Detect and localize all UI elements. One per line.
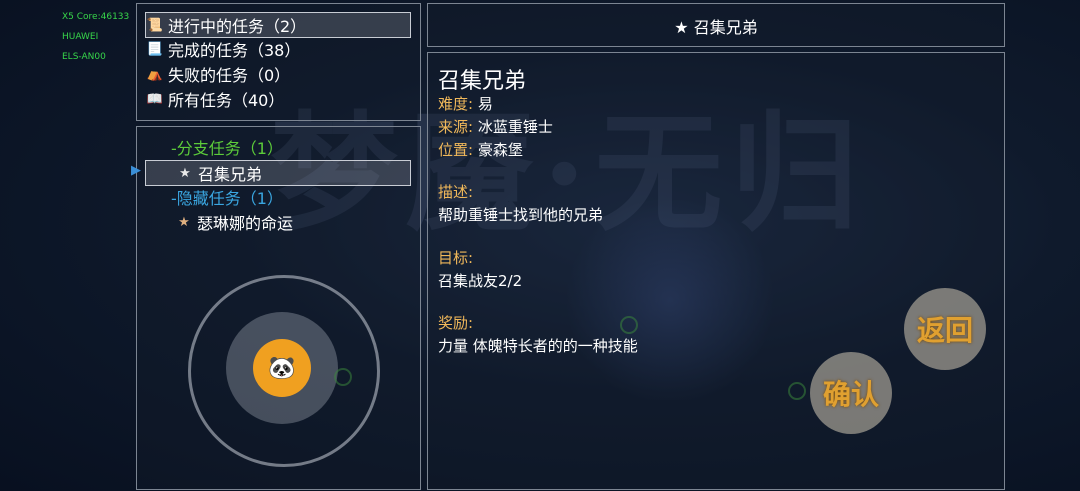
quest-item-label: 瑟琳娜的命运 [197,214,294,233]
star-icon: ★ [674,18,689,37]
star-icon: ★ [178,214,190,230]
tent-icon: ⛺ [146,66,164,82]
swirl-decoration-icon [334,368,352,386]
debug-model: ELS-AN00 [62,52,106,62]
source-value: 冰蓝重锤士 [477,118,553,136]
filter-label: 完成的任务（38） [168,41,301,60]
selection-cursor-icon: ▶ [131,163,141,178]
quest-title-header: ★ 召集兄弟 [428,14,1004,38]
reward-label: 奖励: [438,314,474,332]
location-label: 位置: [438,141,474,159]
debug-vendor: HUAWEI [62,32,99,42]
rolled-scroll-icon: 📃 [146,41,164,57]
difficulty-value: 易 [477,95,493,113]
swirl-decoration-icon [788,382,806,400]
hidden-quest-header[interactable]: -隐藏任务（1） [171,185,283,209]
location-row: 位置: 豪森堡 [438,139,523,160]
confirm-button[interactable]: 确认 [810,352,892,434]
difficulty-label: 难度: [438,95,474,113]
scroll-icon: 📜 [146,17,164,33]
quest-detail-panel: 召集兄弟 难度: 易 来源: 冰蓝重锤士 位置: 豪森堡 描述: 帮助重锤士找到… [427,52,1005,490]
debug-core: X5 Core:46133 [62,12,130,22]
branch-quest-header[interactable]: -分支任务（1） [171,135,283,159]
goal-label: 目标: [438,249,474,267]
filter-completed[interactable]: 📃 完成的任务（38） [146,37,300,61]
quest-detail-title: 召集兄弟 [438,69,527,94]
quest-item-selina-fate[interactable]: ★ 瑟琳娜的命运 [145,210,293,234]
filter-label: 进行中的任务（2） [168,17,307,36]
location-value: 豪森堡 [477,141,523,159]
book-icon: 📖 [146,91,164,107]
filter-all[interactable]: 📖 所有任务（40） [146,87,284,111]
panda-icon: 🐼 [268,355,296,381]
description-label: 描述: [438,183,474,201]
joystick-knob[interactable]: 🐼 [253,339,311,397]
star-icon: ★ [179,165,191,181]
reward-text: 力量 体魄特长者的的一种技能 [438,337,638,355]
quest-title-text: 召集兄弟 [693,18,758,37]
quest-item-gather-brothers[interactable]: ★ 召集兄弟 [145,160,411,186]
source-label: 来源: [438,118,474,136]
description-text: 帮助重锤士找到他的兄弟 [438,206,604,224]
filter-label: 失败的任务（0） [168,66,291,85]
source-row: 来源: 冰蓝重锤士 [438,116,553,137]
goal-text: 召集战友2/2 [438,272,523,290]
quest-item-label: 召集兄弟 [198,165,263,184]
quest-filter-panel: 📜 进行中的任务（2） 📃 完成的任务（38） ⛺ 失败的任务（0） 📖 所有任… [136,3,421,121]
quest-title-bar: ★ 召集兄弟 [427,3,1005,47]
filter-failed[interactable]: ⛺ 失败的任务（0） [146,62,290,86]
swirl-decoration-icon [620,316,638,334]
filter-in-progress[interactable]: 📜 进行中的任务（2） [145,12,411,38]
filter-label: 所有任务（40） [168,91,285,110]
back-button[interactable]: 返回 [904,288,986,370]
difficulty-row: 难度: 易 [438,93,493,114]
